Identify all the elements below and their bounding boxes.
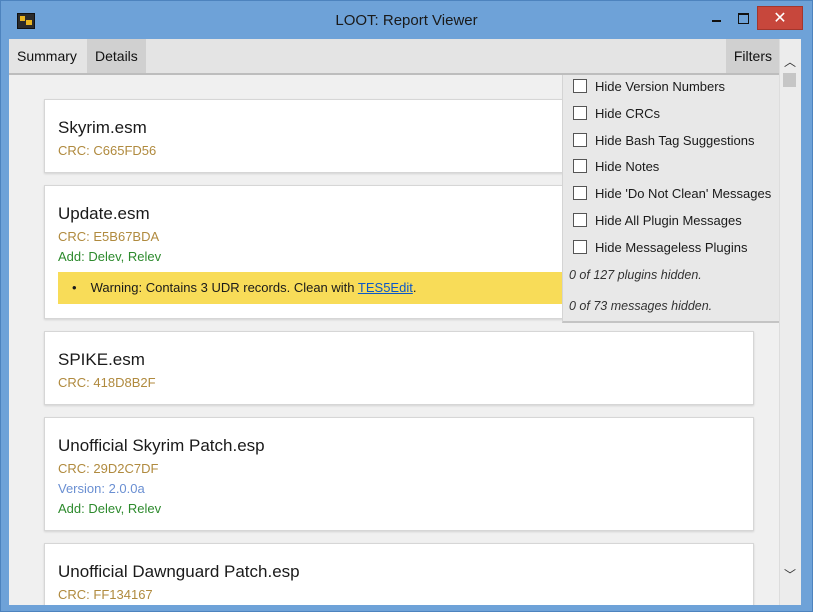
warning-message: • Warning: Contains 3 UDR records. Clean … (58, 272, 648, 304)
tab-summary[interactable]: Summary (9, 39, 85, 73)
plugin-bash-tags: Add: Delev, Relev (58, 249, 162, 264)
filter-label: Hide All Plugin Messages (595, 212, 742, 228)
plugin-name: Skyrim.esm (58, 118, 147, 137)
plugin-crc: CRC: E5B67BDA (58, 229, 160, 244)
bullet: • (72, 280, 77, 295)
checkbox[interactable] (573, 186, 587, 200)
nav-bar: Summary Details Filters (9, 39, 780, 75)
messages-hidden-count: 0 of 73 messages hidden. (569, 299, 713, 313)
close-button[interactable]: ✕ (757, 6, 803, 30)
title-bar[interactable]: LOOT: Report Viewer ✕ (1, 1, 812, 39)
filters-panel: Hide Version Numbers Hide CRCs Hide Bash… (562, 75, 780, 323)
plugin-name: Update.esm (58, 204, 150, 223)
filter-hide-crcs[interactable]: Hide CRCs (573, 104, 660, 122)
filter-label: Hide Version Numbers (595, 78, 726, 94)
plugin-crc: CRC: FF134167 (58, 587, 153, 602)
plugin-version: Version: 2.0.0a (58, 481, 145, 496)
filter-hide-bash-tags[interactable]: Hide Bash Tag Suggestions (573, 131, 754, 149)
filter-hide-all-plugin-messages[interactable]: Hide All Plugin Messages (573, 211, 742, 229)
plugin-bash-tags: Add: Delev, Relev (58, 501, 162, 516)
plugins-hidden-count: 0 of 127 plugins hidden. (569, 268, 702, 282)
filter-label: Hide 'Do Not Clean' Messages (595, 185, 772, 201)
checkbox[interactable] (573, 159, 587, 173)
app-window: LOOT: Report Viewer ✕ Skyrim.esm CRC: C6… (0, 0, 813, 612)
client-area: Skyrim.esm CRC: C665FD56 Update.esm CRC:… (9, 39, 801, 605)
checkbox[interactable] (573, 79, 587, 93)
checkbox[interactable] (573, 240, 587, 254)
chevron-up-icon[interactable]: ︿ (784, 53, 796, 70)
filter-hide-messageless-plugins[interactable]: Hide Messageless Plugins (573, 238, 747, 256)
filter-hide-do-not-clean[interactable]: Hide 'Do Not Clean' Messages (573, 184, 771, 202)
minimize-icon (711, 20, 721, 22)
maximize-icon (737, 12, 749, 24)
tab-details[interactable]: Details (87, 39, 146, 73)
warning-suffix: . (412, 280, 417, 295)
warning-text: Warning: Contains 3 UDR records. Clean w… (90, 280, 358, 295)
plugin-card: Unofficial Dawnguard Patch.esp CRC: FF13… (44, 543, 754, 605)
filter-hide-notes[interactable]: Hide Notes (573, 157, 659, 175)
checkbox[interactable] (573, 106, 587, 120)
checkbox[interactable] (573, 213, 587, 227)
tab-filters[interactable]: Filters (725, 39, 780, 73)
vertical-scrollbar[interactable]: ︿ ﹀ (779, 39, 801, 605)
chevron-down-icon[interactable]: ﹀ (784, 566, 796, 583)
filter-label: Hide Messageless Plugins (595, 239, 748, 255)
plugin-name: Unofficial Dawnguard Patch.esp (58, 562, 300, 581)
filter-label: Hide Bash Tag Suggestions (595, 132, 755, 148)
tes5edit-link[interactable]: TES5Edit (358, 280, 413, 295)
plugin-card: Unofficial Skyrim Patch.esp CRC: 29D2C7D… (44, 417, 754, 531)
plugin-name: Unofficial Skyrim Patch.esp (58, 436, 265, 455)
filter-label: Hide Notes (595, 158, 660, 174)
scrollbar-thumb[interactable] (783, 73, 796, 87)
plugin-crc: CRC: C665FD56 (58, 143, 157, 158)
plugin-card: SPIKE.esm CRC: 418D8B2F (44, 331, 754, 405)
plugin-name: SPIKE.esm (58, 350, 145, 369)
close-icon: ✕ (773, 10, 787, 27)
filter-hide-version-numbers[interactable]: Hide Version Numbers (573, 77, 725, 95)
window-title: LOOT: Report Viewer (335, 12, 478, 29)
filter-label: Hide CRCs (595, 105, 661, 121)
checkbox[interactable] (573, 133, 587, 147)
minimize-button[interactable] (701, 7, 731, 29)
maximize-button[interactable] (729, 7, 757, 29)
plugin-crc: CRC: 418D8B2F (58, 375, 156, 390)
plugin-crc: CRC: 29D2C7DF (58, 461, 159, 476)
